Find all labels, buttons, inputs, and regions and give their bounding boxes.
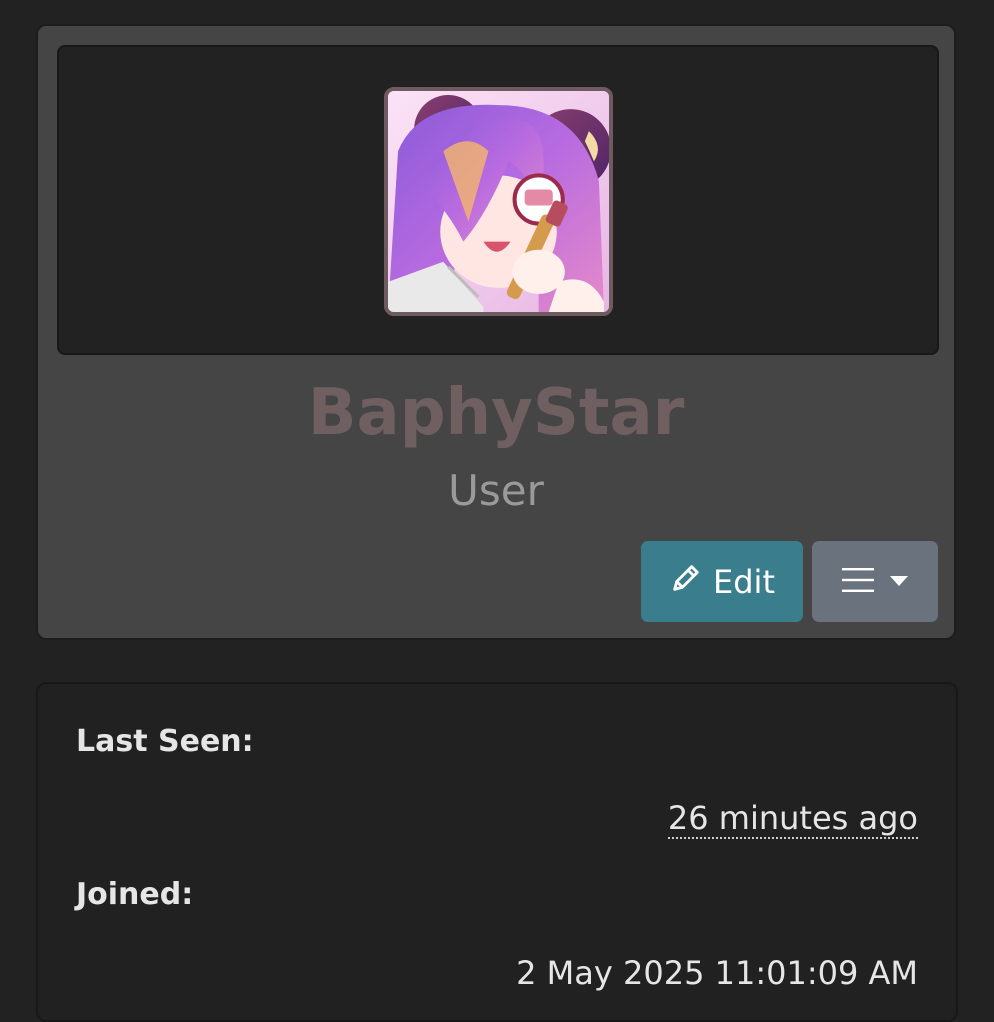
- edit-button[interactable]: Edit: [641, 541, 803, 622]
- user-role: User: [448, 466, 544, 515]
- profile-banner: [57, 45, 939, 355]
- joined-label: Joined:: [76, 877, 194, 912]
- caret-down-icon: [890, 572, 908, 591]
- last-seen-value[interactable]: 26 minutes ago: [667, 800, 918, 839]
- hamburger-icon: [842, 567, 874, 597]
- profile-menu-button[interactable]: [812, 541, 938, 622]
- edit-button-label: Edit: [713, 562, 775, 601]
- avatar-illustration: [388, 91, 609, 312]
- profile-info-card: Last Seen: 26 minutes ago Joined: 2 May …: [36, 682, 958, 1022]
- profile-card: BaphyStar User Edit: [36, 24, 956, 640]
- username: BaphyStar: [307, 376, 685, 450]
- joined-value: 2 May 2025 11:01:09 AM: [516, 954, 918, 992]
- avatar[interactable]: [384, 87, 613, 316]
- pencil-icon: [669, 561, 703, 603]
- last-seen-label: Last Seen:: [76, 724, 254, 759]
